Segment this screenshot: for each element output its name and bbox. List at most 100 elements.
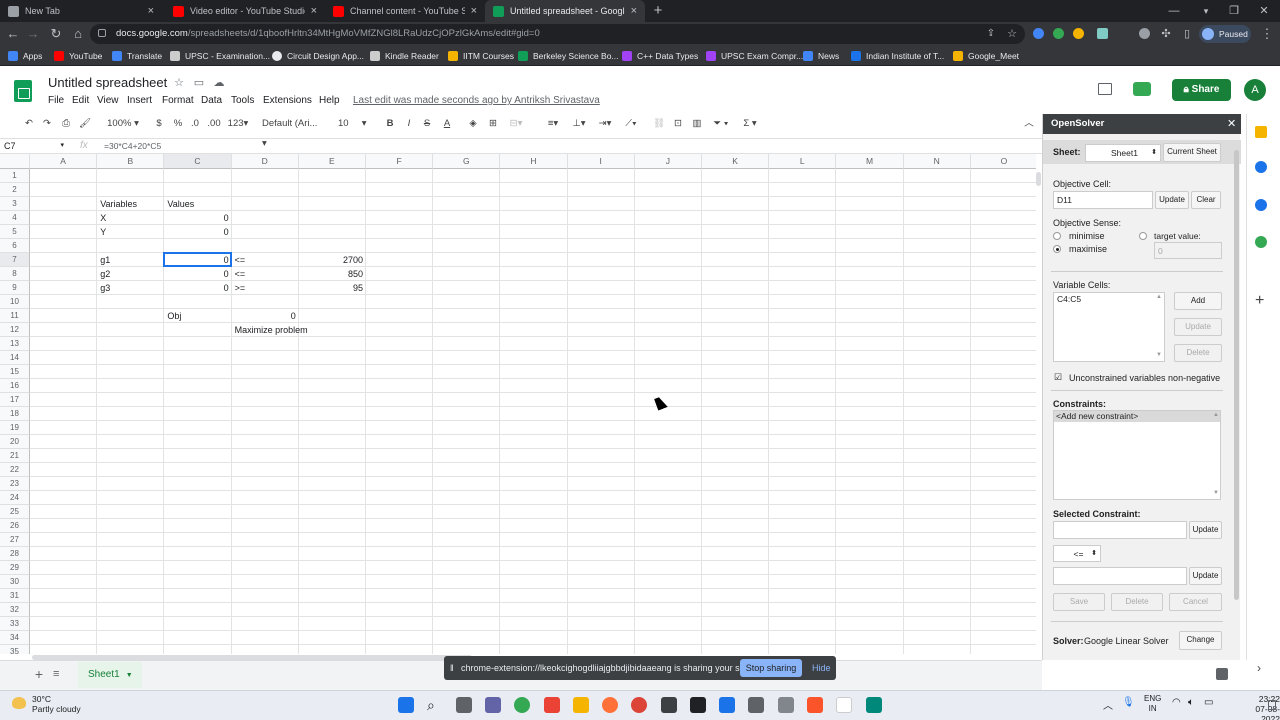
task-view-icon[interactable] — [456, 697, 472, 713]
last-edit-link[interactable]: Last edit was made seconds ago by Antrik… — [353, 95, 600, 106]
sheet-select[interactable]: Sheet1 ⬍ — [1085, 144, 1161, 162]
all-sheets-button[interactable]: ≡ — [53, 667, 65, 681]
chevron-down-icon[interactable]: ▾ — [1196, 2, 1216, 20]
panel-scroll-thumb[interactable] — [1234, 150, 1239, 600]
percent-button[interactable]: % — [172, 114, 184, 134]
bookmark-item[interactable]: Google_Meet — [953, 49, 1019, 63]
teams-icon[interactable] — [485, 697, 501, 713]
row-header-3[interactable]: 3 — [0, 197, 30, 211]
chevron-up-icon[interactable]: ︿ — [1103, 697, 1113, 712]
menu-file[interactable]: File — [48, 95, 64, 106]
column-header-i[interactable]: I — [567, 154, 635, 169]
reload-icon[interactable]: ↻ — [47, 25, 65, 43]
notifications-icon[interactable] — [1268, 700, 1276, 710]
chevron-up-icon[interactable]: ︿ — [1022, 114, 1036, 134]
valign-icon[interactable]: ⊥▾ — [568, 114, 590, 134]
column-header-c[interactable]: C — [164, 154, 232, 169]
cell-c4[interactable]: 0 — [165, 211, 230, 225]
row-header-5[interactable]: 5 — [0, 225, 30, 239]
menu-insert[interactable]: Insert — [127, 95, 152, 106]
menu-view[interactable]: View — [97, 95, 119, 106]
row-header-19[interactable]: 19 — [0, 421, 30, 435]
close-window-button[interactable]: ✕ — [1254, 2, 1274, 20]
bookmark-item[interactable]: C++ Data Types — [622, 49, 698, 63]
row-header-29[interactable]: 29 — [0, 561, 30, 575]
text-color-button[interactable]: A — [440, 114, 454, 134]
tasks-icon[interactable] — [1255, 161, 1267, 173]
tab-channel-content[interactable]: Channel content - YouTube Studio × — [325, 0, 485, 22]
close-icon[interactable]: × — [148, 5, 154, 17]
bookmark-item[interactable]: IITM Courses — [448, 49, 514, 63]
bold-button[interactable]: B — [384, 114, 396, 134]
star-icon[interactable]: ☆ — [172, 76, 186, 90]
objective-cell-input[interactable]: D11 — [1053, 191, 1153, 209]
row-header-1[interactable]: 1 — [0, 169, 30, 183]
vertical-scroll-thumb[interactable] — [1036, 172, 1041, 186]
bookmark-item[interactable]: Kindle Reader — [370, 49, 439, 63]
extension-icon[interactable] — [1097, 28, 1108, 39]
font-select[interactable]: Default (Ari... ▾ — [262, 114, 324, 149]
objective-clear-button[interactable]: Clear — [1191, 191, 1221, 209]
chevron-right-icon[interactable]: › — [1257, 661, 1261, 675]
save-constraint-button[interactable]: Save — [1053, 593, 1105, 611]
menu-data[interactable]: Data — [201, 95, 222, 106]
row-header-26[interactable]: 26 — [0, 519, 30, 533]
column-header-f[interactable]: F — [366, 154, 434, 169]
file-explorer-icon[interactable] — [573, 697, 589, 713]
cloud-icon[interactable]: ☁ — [212, 76, 226, 90]
row-header-18[interactable]: 18 — [0, 407, 30, 421]
current-sheet-button[interactable]: Current Sheet — [1163, 143, 1221, 162]
redo-icon[interactable]: ↷ — [40, 114, 54, 134]
add-icon[interactable]: + — [1255, 292, 1264, 310]
app-icon[interactable] — [866, 697, 882, 713]
profile-button[interactable]: Paused — [1199, 25, 1251, 43]
more-formats-button[interactable]: 123▾ — [226, 114, 250, 134]
bookmark-item[interactable]: Apps — [8, 49, 42, 63]
maps-icon[interactable] — [1255, 236, 1267, 248]
row-header-2[interactable]: 2 — [0, 183, 30, 197]
chrome-icon[interactable] — [631, 697, 647, 713]
checkbox-checked-icon[interactable]: ☑ — [1054, 372, 1062, 383]
volume-icon[interactable]: 🔈︎ — [1188, 697, 1194, 708]
formula-input[interactable]: =30*C4+20*C5 — [104, 139, 161, 153]
cell-c3[interactable]: Values — [165, 197, 305, 211]
fill-color-icon[interactable]: ◈ — [466, 114, 480, 134]
chart-icon[interactable]: ▥ — [690, 114, 704, 134]
increase-decimal-button[interactable]: .00 — [206, 114, 222, 134]
row-header-4[interactable]: 4 — [0, 211, 30, 225]
font-size-select[interactable]: 10 ▾ — [338, 114, 374, 134]
app-icon[interactable] — [661, 697, 677, 713]
constraint-update-button[interactable]: Update — [1189, 521, 1222, 539]
column-header-e[interactable]: E — [298, 154, 366, 169]
minimise-radio[interactable] — [1053, 232, 1061, 240]
column-header-h[interactable]: H — [500, 154, 568, 169]
row-header-7[interactable]: 7 — [0, 253, 30, 267]
row-header-13[interactable]: 13 — [0, 337, 30, 351]
row-header-24[interactable]: 24 — [0, 491, 30, 505]
column-header-m[interactable]: M — [836, 154, 904, 169]
name-box[interactable]: C7 ▾ — [4, 139, 64, 153]
column-header-o[interactable]: O — [970, 154, 1036, 169]
stop-sharing-button[interactable]: Stop sharing — [740, 659, 802, 677]
column-header-l[interactable]: L — [769, 154, 837, 169]
objective-update-button[interactable]: Update — [1155, 191, 1189, 209]
strikethrough-button[interactable]: S — [421, 114, 433, 134]
battery-icon[interactable]: ▭ — [1204, 697, 1213, 708]
bookmark-item[interactable]: Translate — [112, 49, 162, 63]
url-bar[interactable]: docs.google.com/spreadsheets/d/1qboofHrl… — [90, 24, 1025, 44]
print-icon[interactable]: ⎙ — [59, 114, 73, 134]
row-header-10[interactable]: 10 — [0, 295, 30, 309]
app-icon[interactable] — [719, 697, 735, 713]
account-avatar[interactable]: A — [1244, 79, 1266, 101]
column-header-n[interactable]: N — [903, 154, 971, 169]
row-header-6[interactable]: 6 — [0, 239, 30, 253]
target-value-radio[interactable] — [1139, 232, 1147, 240]
column-header-a[interactable]: A — [30, 154, 98, 169]
row-header-31[interactable]: 31 — [0, 589, 30, 603]
row-header-15[interactable]: 15 — [0, 365, 30, 379]
wifi-icon[interactable]: ◠ — [1172, 697, 1181, 708]
menu-extensions[interactable]: Extensions — [263, 95, 312, 106]
extension-icon[interactable] — [1139, 28, 1150, 39]
weather-icon[interactable] — [12, 697, 26, 709]
back-icon[interactable]: ← — [4, 25, 22, 43]
